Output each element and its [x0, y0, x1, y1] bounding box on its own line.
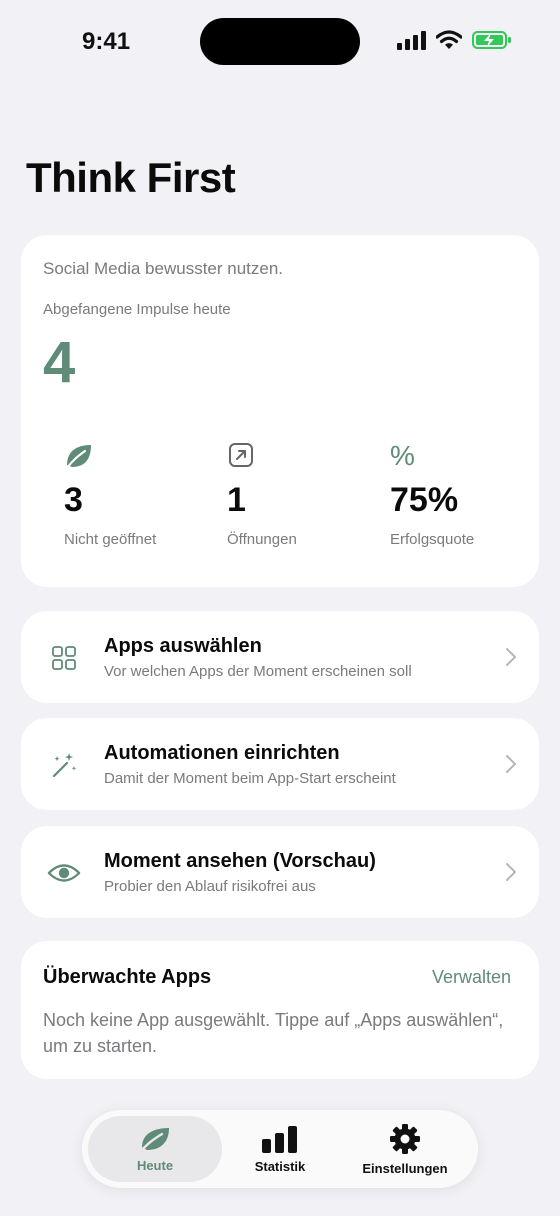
- impulses-label: Abgefangene Impulse heute: [43, 301, 231, 318]
- row-description: Damit der Moment beim App-Start erschein…: [104, 770, 396, 787]
- magic-wand-icon: [52, 753, 77, 778]
- watched-apps-title: Überwachte Apps: [43, 966, 212, 988]
- stat-label: Öffnungen: [227, 531, 297, 548]
- tab-einstellungen[interactable]: Einstellungen: [338, 1116, 472, 1182]
- impulses-count: 4: [43, 330, 76, 395]
- row-description: Vor welchen Apps der Moment erscheinen s…: [104, 663, 412, 680]
- stat-label: Nicht geöffnet: [64, 531, 157, 548]
- stat-label: Erfolgsquote: [390, 531, 475, 548]
- stat-value: 75%: [390, 481, 459, 519]
- stat-value: 1: [227, 481, 246, 519]
- tab-label: Statistik: [254, 1158, 306, 1174]
- stat-value: 3: [64, 481, 83, 519]
- manage-link[interactable]: Verwalten: [432, 967, 511, 988]
- chevron-right-icon: [506, 648, 516, 666]
- select-apps-row[interactable]: Apps auswählen Vor welchen Apps der Mome…: [21, 611, 539, 703]
- leaf-icon: [139, 1127, 169, 1152]
- wifi-icon: [436, 30, 462, 49]
- tab-label: Heute: [136, 1157, 174, 1173]
- watched-apps-empty-text: Noch keine App ausgewählt. Tippe auf „Ap…: [43, 1010, 504, 1056]
- status-icons: [396, 30, 512, 50]
- page-title: Think First: [26, 154, 236, 201]
- gear-icon: [390, 1123, 420, 1154]
- preview-row[interactable]: Moment ansehen (Vorschau) Probier den Ab…: [21, 826, 539, 918]
- battery-charging-icon: [472, 31, 511, 49]
- tab-heute[interactable]: Heute: [88, 1116, 222, 1182]
- grid-icon: [52, 646, 76, 670]
- dynamic-island: [200, 18, 360, 65]
- leaf-icon: [65, 445, 91, 470]
- bar-chart-icon: [262, 1125, 297, 1153]
- signal-icon: [397, 31, 426, 50]
- status-time: 9:41: [82, 28, 131, 55]
- row-title: Automationen einrichten: [104, 742, 340, 764]
- row-title: Moment ansehen (Vorschau): [104, 850, 376, 872]
- tab-statistik[interactable]: Statistik: [222, 1116, 338, 1182]
- tab-bar: Heute Statistik Einstellungen: [82, 1110, 478, 1188]
- chevron-right-icon: [506, 755, 516, 773]
- summary-subtitle: Social Media bewusster nutzen.: [43, 259, 284, 278]
- eye-icon: [47, 864, 81, 882]
- percent-icon: %: [390, 440, 415, 471]
- summary-card: Social Media bewusster nutzen. Abgefange…: [21, 235, 539, 587]
- chevron-right-icon: [506, 863, 516, 881]
- row-description: Probier den Ablauf risikofrei aus: [104, 878, 316, 895]
- automations-row[interactable]: Automationen einrichten Damit der Moment…: [21, 718, 539, 810]
- tab-label: Einstellungen: [362, 1160, 448, 1176]
- watched-apps-card: Überwachte Apps Verwalten Noch keine App…: [21, 941, 539, 1079]
- status-bar: 9:41: [0, 0, 560, 84]
- row-title: Apps auswählen: [104, 635, 262, 657]
- open-arrow-icon: [229, 443, 253, 467]
